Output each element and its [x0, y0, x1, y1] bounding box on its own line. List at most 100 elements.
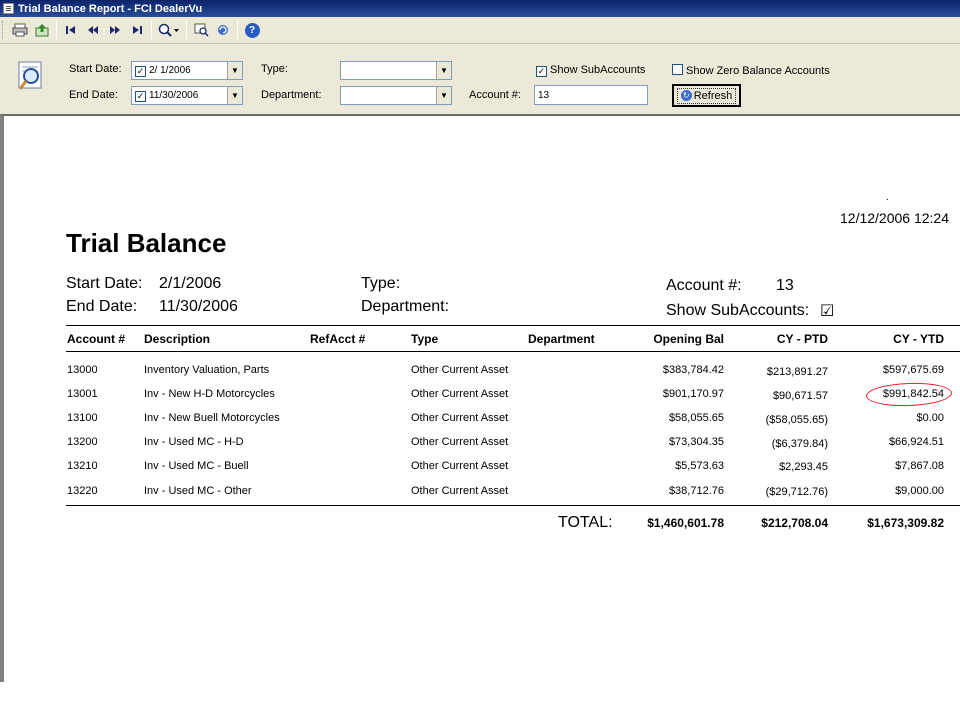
report-show-subaccounts-mark: ☑ — [820, 303, 835, 320]
chevron-down-icon[interactable]: ▼ — [436, 62, 451, 79]
end-date-label: End Date: — [69, 89, 118, 101]
end-date-checkbox[interactable]: ✓ — [135, 90, 146, 102]
chevron-down-icon[interactable]: ▼ — [227, 62, 242, 79]
total-cy-ptd: $212,708.04 — [761, 516, 828, 530]
help-icon[interactable]: ? — [241, 20, 263, 40]
previous-page-icon[interactable] — [82, 20, 104, 40]
column-header-description: Description — [144, 332, 211, 346]
column-header-cy-ptd: CY - PTD — [776, 332, 828, 346]
report-start-date: 2/1/2006 — [159, 275, 222, 292]
start-date-checkbox[interactable]: ✓ — [135, 65, 146, 77]
toolbar: ? — [0, 17, 960, 44]
account-label: Account #: — [469, 89, 521, 101]
row-cy-ytd: $0.00 — [916, 412, 944, 424]
row-account: 13220 — [67, 485, 98, 497]
zoom-icon[interactable] — [155, 20, 183, 40]
row-cy-ptd: ($29,712.76) — [765, 486, 828, 498]
report-department-label: Department: — [361, 298, 450, 315]
show-subaccounts-label: Show SubAccounts — [550, 64, 646, 76]
refresh-icon[interactable] — [212, 20, 234, 40]
row-account: 13200 — [67, 436, 98, 448]
report-account: 13 — [776, 277, 794, 294]
toolbar-grip — [2, 21, 5, 39]
row-account: 13000 — [67, 364, 98, 376]
show-zero-balance-label: Show Zero Balance Accounts — [686, 65, 830, 77]
title-bar: Trial Balance Report - FCI DealerVu — [0, 0, 960, 17]
row-opening-bal: $901,170.97 — [662, 388, 724, 400]
report-type-label: Type: — [361, 275, 401, 292]
report-show-subaccounts-label: Show SubAccounts: — [666, 302, 810, 319]
start-date-picker[interactable]: ✓ 2/ 1/2006 ▼ — [131, 61, 243, 80]
row-account: 13210 — [67, 460, 98, 472]
show-subaccounts-toggle[interactable]: ✓ Show SubAccounts — [536, 64, 645, 77]
report-title: Trial Balance — [66, 228, 227, 258]
row-cy-ptd: $2,293.45 — [779, 461, 828, 473]
column-header-account: Account # — [67, 332, 126, 346]
row-cy-ptd: ($58,055.65) — [765, 414, 828, 426]
search-icon[interactable] — [190, 20, 212, 40]
department-select[interactable]: ▼ — [340, 86, 452, 105]
print-icon[interactable] — [9, 20, 31, 40]
report-dot: . — [886, 192, 889, 203]
column-header-department: Department — [528, 332, 595, 346]
report-account-label: Account #: — [666, 277, 742, 294]
start-date-value: 2/ 1/2006 — [149, 64, 191, 76]
report-end-date-label: End Date: — [66, 298, 138, 315]
end-date-value: 11/30/2006 — [149, 89, 199, 101]
refresh-label: Refresh — [693, 89, 733, 102]
end-date-picker[interactable]: ✓ 11/30/2006 ▼ — [131, 86, 243, 105]
total-cy-ytd: $1,673,309.82 — [867, 516, 944, 530]
row-type: Other Current Asset — [411, 364, 509, 376]
row-account: 13001 — [67, 388, 98, 400]
header-rule-top — [66, 325, 960, 326]
show-zero-balance-checkbox[interactable] — [672, 64, 683, 75]
row-description: Inventory Valuation, Parts — [144, 364, 270, 376]
report-search-icon — [18, 61, 42, 90]
column-header-cy-ytd: CY - YTD — [893, 332, 944, 346]
toolbar-separator — [151, 21, 152, 39]
row-type: Other Current Asset — [411, 436, 509, 448]
row-description: Inv - Used MC - Other — [144, 485, 252, 497]
chevron-down-icon[interactable]: ▼ — [227, 87, 242, 104]
row-type: Other Current Asset — [411, 485, 509, 497]
row-type: Other Current Asset — [411, 388, 509, 400]
report-start-date-label: Start Date: — [66, 275, 143, 292]
export-icon[interactable] — [31, 20, 53, 40]
toolbar-separator — [186, 21, 187, 39]
row-cy-ytd: $7,867.08 — [895, 460, 944, 472]
report-timestamp: 12/12/2006 12:24 — [840, 210, 949, 226]
column-header-type: Type — [411, 332, 439, 346]
row-account: 13100 — [67, 412, 98, 424]
column-header-opening-bal: Opening Bal — [653, 332, 724, 346]
last-page-icon[interactable] — [126, 20, 148, 40]
row-type: Other Current Asset — [411, 460, 509, 472]
department-label: Department: — [261, 89, 322, 101]
first-page-icon[interactable] — [60, 20, 82, 40]
type-label: Type: — [261, 63, 288, 75]
type-select[interactable]: ▼ — [340, 61, 452, 80]
row-opening-bal: $73,304.35 — [668, 436, 724, 448]
row-cy-ytd: $597,675.69 — [882, 364, 944, 376]
show-zero-balance-toggle[interactable]: Show Zero Balance Accounts — [672, 64, 830, 77]
column-header-refacct: RefAcct # — [310, 332, 366, 346]
account-input[interactable]: 13 — [534, 85, 648, 105]
toolbar-separator — [56, 21, 57, 39]
app-icon — [3, 3, 14, 14]
window-title: Trial Balance Report - FCI DealerVu — [18, 2, 203, 15]
row-description: Inv - Used MC - H-D — [144, 436, 244, 448]
row-cy-ptd: $213,891.27 — [766, 366, 828, 378]
total-label: TOTAL: — [558, 514, 613, 531]
row-cy-ptd: $90,671.57 — [772, 390, 828, 402]
row-cy-ytd: $66,924.51 — [888, 436, 944, 448]
row-description: Inv - Used MC - Buell — [144, 460, 249, 472]
row-opening-bal: $383,784.42 — [662, 364, 724, 376]
row-opening-bal: $58,055.65 — [668, 412, 724, 424]
next-page-icon[interactable] — [104, 20, 126, 40]
row-opening-bal: $5,573.63 — [675, 460, 724, 472]
row-cy-ytd: $9,000.00 — [895, 485, 944, 497]
show-subaccounts-checkbox[interactable]: ✓ — [536, 66, 547, 77]
chevron-down-icon[interactable]: ▼ — [436, 87, 451, 104]
row-opening-bal: $38,712.76 — [668, 485, 724, 497]
bottom-area — [0, 682, 960, 720]
refresh-button[interactable]: ↻ Refresh — [672, 84, 741, 107]
